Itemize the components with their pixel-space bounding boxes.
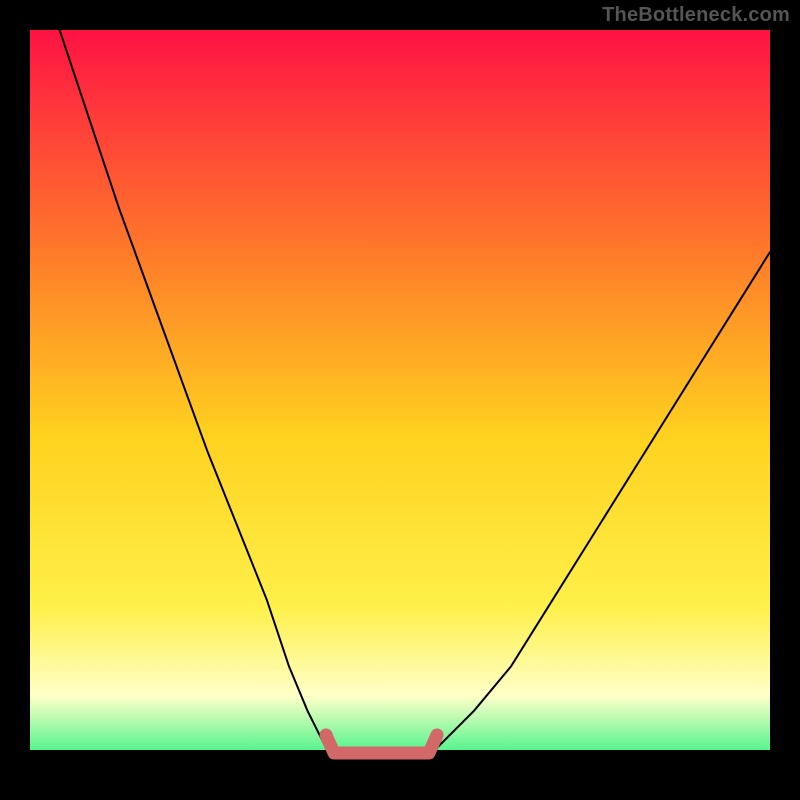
plot-background bbox=[30, 30, 770, 770]
bottleneck-chart bbox=[0, 0, 800, 800]
watermark-label: TheBottleneck.com bbox=[602, 4, 790, 27]
chart-stage: TheBottleneck.com bbox=[0, 0, 800, 800]
